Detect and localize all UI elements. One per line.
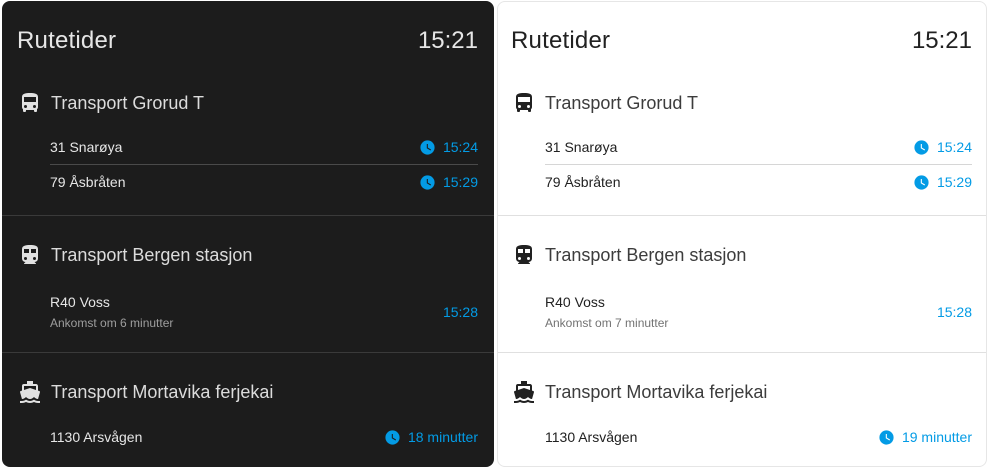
departures-card-light: Rutetider 15:21 Transport Grorud T 31 Sn… <box>497 1 987 467</box>
departure-row[interactable]: R40 Voss Ankomst om 6 minutter 15:28 <box>50 292 478 332</box>
clock-icon <box>913 139 930 156</box>
arrival-info: Ankomst om 7 minutter <box>545 316 669 330</box>
clock-icon <box>419 139 436 156</box>
departure-line: 1130 Arsvågen <box>50 429 143 445</box>
stop-header: Transport Bergen stasjon <box>18 243 252 267</box>
departure-row[interactable]: R40 Voss Ankomst om 7 minutter 15:28 <box>545 292 972 332</box>
stop-grorud: Transport Grorud T 31 Snarøya 15:24 79 Å… <box>498 91 986 215</box>
departure-time: 15:28 <box>937 304 972 320</box>
departure-time: 15:24 <box>419 139 478 156</box>
departure-time: 15:29 <box>913 174 972 191</box>
departure-time: 15:28 <box>443 304 478 320</box>
stop-header: Transport Mortavika ferjekai <box>512 380 767 404</box>
departure-time: 15:29 <box>419 174 478 191</box>
departure-line: 31 Snarøya <box>545 139 618 155</box>
departure-divider <box>50 164 478 165</box>
ferry-icon <box>512 380 536 404</box>
card-title: Rutetider <box>511 27 611 54</box>
clock-icon <box>419 174 436 191</box>
stop-mortavika: Transport Mortavika ferjekai 1130 Arsvåg… <box>498 352 986 466</box>
departure-line: 79 Åsbråten <box>545 174 621 190</box>
current-time: 15:21 <box>911 27 972 54</box>
departure-time-value: 15:29 <box>442 174 478 190</box>
stop-name: Transport Bergen stasjon <box>51 244 253 265</box>
arrival-info: Ankomst om 6 minutter <box>50 316 174 330</box>
departure-line: R40 Voss <box>50 294 110 310</box>
departure-row[interactable]: 31 Snarøya 15:24 <box>50 137 478 157</box>
clock-icon <box>384 429 401 446</box>
stop-name: Transport Grorud T <box>51 92 205 113</box>
departure-time: 18 minutter <box>384 429 478 446</box>
departures-card-dark: Rutetider 15:21 Transport Grorud T 31 Sn… <box>2 1 494 467</box>
card-header: Rutetider 15:21 <box>2 1 494 81</box>
train-icon <box>512 243 536 267</box>
departure-time-value: 15:24 <box>442 139 478 155</box>
bus-icon <box>18 91 42 115</box>
departure-time-value: 19 minutter <box>901 429 972 445</box>
departure-text: R40 Voss Ankomst om 7 minutter <box>545 294 668 330</box>
departure-row[interactable]: 1130 Arsvågen 19 minutter <box>545 427 972 447</box>
departure-line: 79 Åsbråten <box>50 174 126 190</box>
stop-name: Transport Bergen stasjon <box>545 244 747 265</box>
departure-line: R40 Voss <box>545 294 605 310</box>
departure-row[interactable]: 79 Åsbråten 15:29 <box>545 172 972 192</box>
departure-line: 1130 Arsvågen <box>545 429 638 445</box>
stop-name: Transport Mortavika ferjekai <box>51 381 274 402</box>
departure-time: 15:24 <box>913 139 972 156</box>
departure-time-value: 15:29 <box>936 174 972 190</box>
stop-name: Transport Mortavika ferjekai <box>545 381 768 402</box>
departure-time-value: 15:28 <box>442 304 478 320</box>
clock-icon <box>913 174 930 191</box>
departure-row[interactable]: 79 Åsbråten 15:29 <box>50 172 478 192</box>
ferry-icon <box>18 380 42 404</box>
departure-time-value: 15:24 <box>936 139 972 155</box>
stop-header: Transport Grorud T <box>18 91 204 115</box>
current-time: 15:21 <box>417 27 478 54</box>
departure-row[interactable]: 31 Snarøya 15:24 <box>545 137 972 157</box>
departure-line: 31 Snarøya <box>50 139 123 155</box>
stop-bergen: Transport Bergen stasjon R40 Voss Ankoms… <box>498 215 986 352</box>
card-title: Rutetider <box>17 27 117 54</box>
departure-row[interactable]: 1130 Arsvågen 18 minutter <box>50 427 478 447</box>
departure-time-value: 18 minutter <box>407 429 478 445</box>
bus-icon <box>512 91 536 115</box>
stop-bergen: Transport Bergen stasjon R40 Voss Ankoms… <box>2 215 494 352</box>
stop-grorud: Transport Grorud T 31 Snarøya 15:24 79 Å… <box>2 91 494 215</box>
clock-icon <box>878 429 895 446</box>
stop-header: Transport Grorud T <box>512 91 698 115</box>
departure-text: R40 Voss Ankomst om 6 minutter <box>50 294 173 330</box>
card-header: Rutetider 15:21 <box>498 2 986 81</box>
departure-time: 19 minutter <box>878 429 972 446</box>
departure-divider <box>545 164 972 165</box>
train-icon <box>18 243 42 267</box>
stop-name: Transport Grorud T <box>545 92 699 113</box>
stop-mortavika: Transport Mortavika ferjekai 1130 Arsvåg… <box>2 352 494 467</box>
stop-header: Transport Bergen stasjon <box>512 243 746 267</box>
stop-header: Transport Mortavika ferjekai <box>18 380 273 404</box>
departure-time-value: 15:28 <box>936 304 972 320</box>
